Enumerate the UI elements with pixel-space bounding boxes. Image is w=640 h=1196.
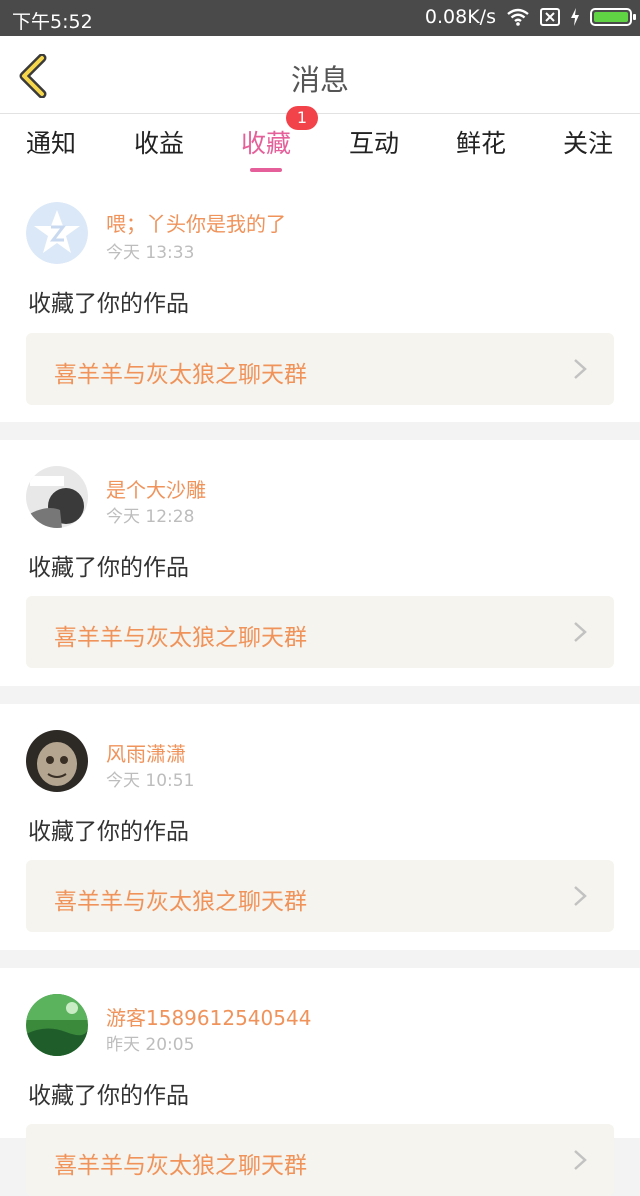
tab-interaction[interactable]: 互动 — [319, 124, 429, 160]
avatar[interactable] — [26, 730, 88, 792]
tab-label: 鲜花 — [455, 129, 506, 158]
message-time: 今天 13:33 — [106, 243, 195, 263]
user-photo-icon — [26, 730, 88, 792]
tab-follow[interactable]: 关注 — [533, 124, 640, 160]
tab-income[interactable]: 收益 — [104, 124, 214, 160]
tab-label: 收藏 — [240, 129, 291, 158]
tab-label: 互动 — [348, 129, 399, 158]
message-card: 喂；丫头你是我的了 今天 13:33 收藏了你的作品 喜羊羊与灰太狼之聊天群 — [0, 174, 640, 422]
chevron-right-icon — [574, 622, 587, 642]
unread-badge: 1 — [286, 106, 318, 130]
username[interactable]: 游客1589612540544 — [106, 1002, 311, 1031]
avatar[interactable] — [26, 466, 88, 528]
status-time: 下午5:52 — [12, 11, 93, 33]
tab-flowers[interactable]: 鲜花 — [426, 124, 536, 160]
work-title: 喜羊羊与灰太狼之聊天群 — [54, 362, 307, 388]
avatar[interactable] — [26, 202, 88, 264]
message-action: 收藏了你的作品 — [28, 819, 189, 845]
tab-label: 收益 — [133, 129, 184, 158]
message-action: 收藏了你的作品 — [28, 291, 189, 317]
wifi-icon — [507, 8, 529, 26]
work-link[interactable]: 喜羊羊与灰太狼之聊天群 — [26, 1124, 614, 1196]
work-title: 喜羊羊与灰太狼之聊天群 — [54, 625, 307, 651]
work-link[interactable]: 喜羊羊与灰太狼之聊天群 — [26, 596, 614, 668]
message-card: 是个大沙雕 今天 12:28 收藏了你的作品 喜羊羊与灰太狼之聊天群 — [0, 440, 640, 686]
chevron-right-icon — [574, 359, 587, 379]
user-photo-icon — [26, 994, 88, 1056]
charging-icon — [571, 8, 579, 26]
message-action: 收藏了你的作品 — [28, 1083, 189, 1109]
work-title: 喜羊羊与灰太狼之聊天群 — [54, 889, 307, 915]
chevron-right-icon — [574, 1150, 587, 1170]
message-action: 收藏了你的作品 — [28, 555, 189, 581]
user-photo-icon — [26, 466, 88, 528]
status-bar: 下午5:52 0.08K/s — [0, 0, 640, 36]
nav-bar: 消息 — [0, 36, 640, 114]
status-icons: 0.08K/s — [424, 6, 636, 28]
tab-label: 通知 — [25, 129, 76, 158]
avatar[interactable] — [26, 994, 88, 1056]
username[interactable]: 喂；丫头你是我的了 — [106, 208, 286, 237]
chevron-right-icon — [574, 886, 587, 906]
tab-favorites[interactable]: 收藏 — [211, 124, 321, 172]
username[interactable]: 风雨潇潇 — [106, 738, 186, 767]
tab-notice[interactable]: 通知 — [0, 124, 106, 160]
tab-label: 关注 — [562, 129, 613, 158]
battery-icon — [590, 8, 636, 26]
message-time: 昨天 20:05 — [106, 1035, 195, 1055]
tab-bar: 通知 收益 收藏 互动 鲜花 关注 — [0, 114, 640, 174]
message-card: 风雨潇潇 今天 10:51 收藏了你的作品 喜羊羊与灰太狼之聊天群 — [0, 704, 640, 950]
work-link[interactable]: 喜羊羊与灰太狼之聊天群 — [26, 333, 614, 405]
page-title: 消息 — [290, 63, 349, 97]
active-tab-indicator — [250, 168, 282, 172]
default-avatar-icon — [26, 202, 88, 264]
username[interactable]: 是个大沙雕 — [106, 474, 206, 503]
message-card: 游客1589612540544 昨天 20:05 收藏了你的作品 喜羊羊与灰太狼… — [0, 968, 640, 1196]
message-time: 今天 10:51 — [106, 771, 195, 791]
work-title: 喜羊羊与灰太狼之聊天群 — [54, 1153, 307, 1179]
sim-off-icon — [540, 8, 560, 26]
work-link[interactable]: 喜羊羊与灰太狼之聊天群 — [26, 860, 614, 932]
network-speed: 0.08K/s — [424, 6, 496, 28]
message-time: 今天 12:28 — [106, 507, 195, 527]
